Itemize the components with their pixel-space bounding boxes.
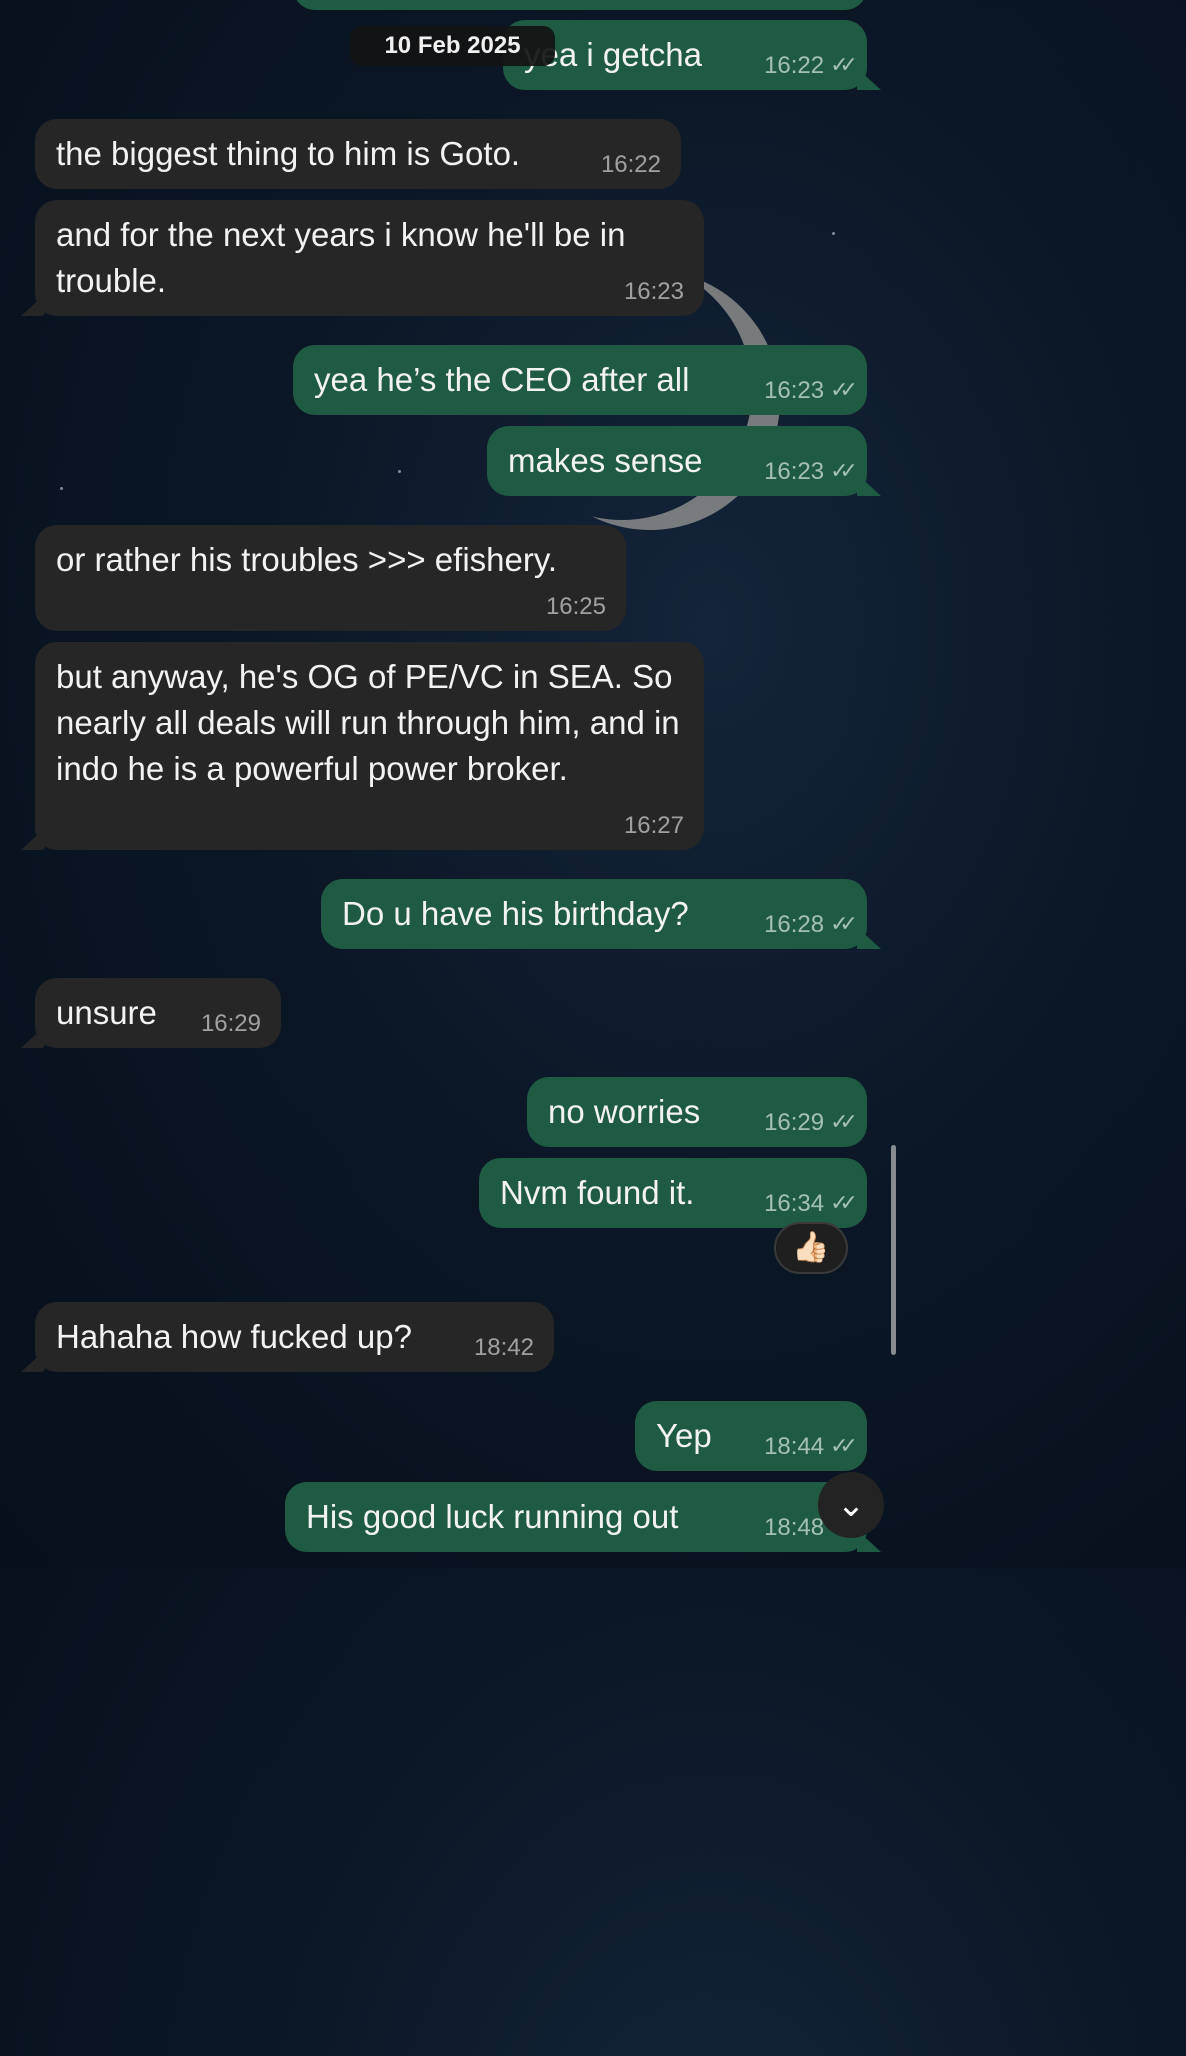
thumbs-up-reaction-icon[interactable]: 👍🏻 (774, 1222, 848, 1274)
message-bubble[interactable]: unsure 16:29 (35, 978, 281, 1048)
message-time: 16:34 ✓✓ (764, 1190, 858, 1217)
message-time: 16:23 (623, 278, 684, 305)
date-chip: 10 Feb 2025 (350, 26, 555, 66)
message-bubble[interactable]: or rather his troubles >>> efishery. 16:… (35, 525, 626, 631)
message-bubble[interactable]: and for the next years i know he'll be i… (35, 200, 704, 316)
message-text: yea he’s the CEO after all (314, 361, 690, 398)
message-time: 16:28 ✓✓ (764, 911, 858, 938)
message-text: unsure (56, 994, 157, 1031)
chat-area: yea i getcha 16:22 ✓✓ 10 Feb 2025 the big… (0, 0, 904, 1568)
message-bubble[interactable]: no worries 16:29 ✓✓ (527, 1077, 867, 1147)
message-bubble[interactable]: His good luck running out 18:48✓✓ (285, 1482, 867, 1552)
read-ticks-icon: ✓✓ (830, 458, 858, 483)
message-time: 16:23 ✓✓ (764, 458, 858, 485)
message-bubble[interactable]: Do u have his birthday? 16:28 ✓✓ (321, 879, 867, 949)
message-time: 16:25 (545, 593, 606, 620)
read-ticks-icon: ✓✓ (830, 377, 858, 402)
message-bubble[interactable]: yea i getcha 16:22 ✓✓ (503, 20, 867, 90)
message-text: the biggest thing to him is Goto. (56, 135, 521, 172)
scrollbar[interactable] (891, 1145, 896, 1355)
message-text: Yep (656, 1417, 712, 1454)
message-time: 16:23 ✓✓ (764, 377, 858, 404)
read-ticks-icon: ✓✓ (830, 52, 858, 77)
message-text: or rather his troubles >>> efishery. (56, 541, 558, 578)
message-time: 18:44 ✓✓ (764, 1433, 858, 1460)
message-text: but anyway, he's OG of PE/VC in SEA. So … (56, 658, 680, 787)
wallpaper-star (832, 232, 835, 235)
message-bubble[interactable]: the biggest thing to him is Goto. 16:22 (35, 119, 681, 189)
message-time: 16:29 (200, 1010, 261, 1037)
read-ticks-icon: ✓✓ (830, 1190, 858, 1215)
message-text: Hahaha how fucked up? (56, 1318, 412, 1355)
message-bubble[interactable]: Hahaha how fucked up? 18:42 (35, 1302, 554, 1372)
message-bubble[interactable]: Yep 18:44 ✓✓ (635, 1401, 867, 1471)
message-bubble[interactable]: yea he’s the CEO after all 16:23 ✓✓ (293, 345, 867, 415)
wallpaper-star (398, 470, 401, 473)
message-time: 16:27 (623, 812, 684, 839)
message-time: 18:42 (473, 1334, 534, 1361)
message-time: 16:22 (600, 151, 661, 178)
read-ticks-icon: ✓✓ (830, 1109, 858, 1134)
read-ticks-icon: ✓✓ (830, 911, 858, 936)
message-time: 16:22 ✓✓ (764, 52, 858, 79)
message-time: 16:29 ✓✓ (764, 1109, 858, 1136)
message-bubble[interactable]: makes sense 16:23 ✓✓ (487, 426, 867, 496)
message-text: Do u have his birthday? (342, 895, 689, 932)
scroll-to-bottom-button[interactable]: ⌄ (818, 1472, 884, 1538)
message-text: Nvm found it. (500, 1174, 695, 1211)
message-bubble[interactable]: Nvm found it. 16:34 ✓✓ (479, 1158, 867, 1228)
message-text: no worries (548, 1093, 701, 1130)
message-text: makes sense (508, 442, 703, 479)
message-bubble-partial[interactable] (293, 0, 867, 10)
message-bubble[interactable]: but anyway, he's OG of PE/VC in SEA. So … (35, 642, 704, 850)
message-text: His good luck running out (306, 1498, 679, 1535)
wallpaper-star (60, 487, 63, 490)
message-text: and for the next years i know he'll be i… (56, 216, 626, 299)
chevron-down-icon: ⌄ (836, 1486, 866, 1524)
read-ticks-icon: ✓✓ (830, 1433, 858, 1458)
